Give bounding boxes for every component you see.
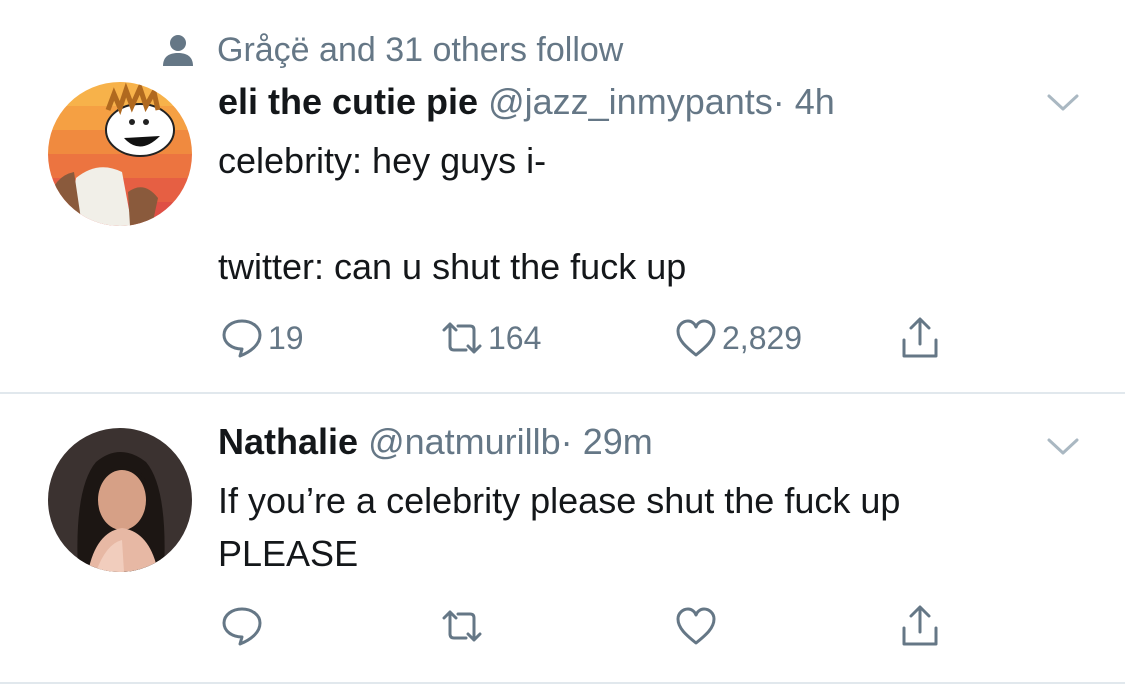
social-context-text: Gråçë and 31 others follow	[217, 30, 624, 69]
user-handle[interactable]: @jazz_inmypants	[488, 81, 773, 122]
retweet-icon	[442, 610, 482, 642]
avatar[interactable]	[48, 428, 192, 572]
share-icon	[902, 317, 938, 358]
retweet-count: 164	[488, 319, 542, 356]
tweet[interactable]: Gråçë and 31 others follow eli the cutie…	[0, 0, 1125, 394]
tweet[interactable]: Nathalie @natmurillb· 29m If you’re a ce…	[0, 394, 1125, 684]
like-icon	[676, 607, 716, 645]
reply-count: 19	[268, 319, 304, 356]
tweet-text: celebrity: hey guys i- twitter: can u sh…	[218, 134, 686, 293]
reply-icon	[222, 319, 262, 358]
user-handle[interactable]: @natmurillb	[368, 421, 561, 462]
line-break	[218, 187, 686, 240]
timestamp[interactable]: 4h	[795, 81, 835, 122]
action-bar: 19 164 2,829	[0, 314, 1125, 362]
action-bar	[0, 602, 1125, 650]
chevron-down-icon[interactable]	[1045, 434, 1081, 458]
display-name[interactable]: eli the cutie pie	[218, 81, 478, 122]
retweet-button[interactable]: 164	[440, 314, 541, 362]
separator: ·	[772, 81, 785, 122]
tweet-text-line: celebrity: hey guys i-	[218, 140, 547, 181]
share-button[interactable]	[898, 314, 942, 362]
avatar[interactable]	[48, 82, 192, 226]
tweet-text-line: PLEASE	[218, 533, 359, 574]
reply-icon	[222, 607, 262, 646]
share-button[interactable]	[898, 602, 942, 650]
timestamp[interactable]: 29m	[583, 421, 653, 462]
tweet-text: If you’re a celebrity please shut the fu…	[218, 474, 900, 580]
tweet-header: eli the cutie pie @jazz_inmypants· 4h	[218, 80, 835, 124]
tweet-text-line: If you’re a celebrity please shut the fu…	[218, 480, 901, 521]
share-icon	[902, 605, 938, 646]
retweet-icon	[442, 322, 482, 354]
tweet-text-line: twitter: can u shut the fuck up	[218, 246, 687, 287]
social-context: Gråçë and 31 others follow	[160, 28, 623, 72]
like-button[interactable]	[674, 602, 718, 650]
person-icon	[163, 35, 193, 66]
reply-button[interactable]: 19	[220, 314, 304, 362]
reply-button[interactable]	[220, 602, 264, 650]
like-count: 2,829	[722, 319, 803, 356]
separator: ·	[560, 421, 573, 462]
display-name[interactable]: Nathalie	[218, 421, 358, 462]
chevron-down-icon[interactable]	[1045, 90, 1081, 114]
tweet-header: Nathalie @natmurillb· 29m	[218, 420, 653, 464]
like-button[interactable]: 2,829	[674, 314, 802, 362]
retweet-button[interactable]	[440, 602, 484, 650]
like-icon	[676, 319, 716, 357]
